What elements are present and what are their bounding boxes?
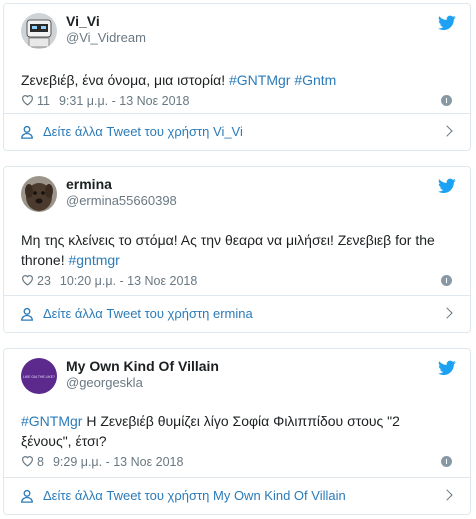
user-handle[interactable]: @georgeskla xyxy=(66,375,219,391)
tweet-header: Vi_Vi @Vi_Vidream xyxy=(21,13,456,49)
hashtag-link[interactable]: #Gntm xyxy=(294,72,336,88)
hashtag-link[interactable]: #GNTMgr xyxy=(21,413,82,429)
more-tweets-link[interactable]: Δείτε άλλα Tweet του χρήστη Vi_Vi xyxy=(4,113,470,150)
hashtag-link[interactable]: #GNTMgr xyxy=(229,72,290,88)
person-icon xyxy=(21,489,33,503)
tweet-timestamp[interactable]: 10:20 μ.μ. - 13 Νοε 2018 xyxy=(60,274,197,288)
tweet-header: LIKE GIA THE LIKE? My Own Kind Of Villai… xyxy=(21,358,456,394)
more-tweets-link[interactable]: Δείτε άλλα Tweet του χρήστη My Own Kind … xyxy=(4,477,470,514)
user-name[interactable]: My Own Kind Of Villain xyxy=(66,358,219,374)
heart-icon[interactable] xyxy=(21,274,34,286)
heart-icon[interactable] xyxy=(21,94,34,106)
tweet-text: #GNTMgr Η Ζενεβιέβ θυμίζει λίγο Σοφία Φι… xyxy=(21,413,400,449)
chevron-right-icon xyxy=(441,307,453,319)
user-handle[interactable]: @Vi_Vidream xyxy=(66,30,146,46)
person-icon xyxy=(21,307,33,321)
more-tweets-label[interactable]: Δείτε άλλα Tweet του χρήστη My Own Kind … xyxy=(43,488,346,504)
tweet-meta: 11 9:31 μ.μ. - 13 Νοε 2018 xyxy=(21,93,452,109)
like-count[interactable]: 23 xyxy=(37,274,51,288)
like-count[interactable]: 8 xyxy=(37,455,44,469)
info-icon[interactable] xyxy=(441,95,452,106)
user-name[interactable]: ermina xyxy=(66,176,177,192)
person-icon xyxy=(21,125,33,139)
twitter-bird-icon[interactable] xyxy=(438,15,456,31)
hashtag-link[interactable]: #gntmgr xyxy=(68,252,119,268)
tweet-card: Vi_Vi @Vi_Vidream Ζενεβιέβ, ένα όνομα, μ… xyxy=(3,3,471,151)
info-icon[interactable] xyxy=(441,275,452,286)
tweet-text: Ζενεβιέβ, ένα όνομα, μια ιστορία! #GNTMg… xyxy=(21,72,337,88)
info-icon[interactable] xyxy=(441,456,452,467)
heart-icon[interactable] xyxy=(21,455,34,467)
tweet-header: ermina @ermina55660398 xyxy=(21,176,456,212)
tweet-card: ermina @ermina55660398 Μη της κλείνεις τ… xyxy=(3,166,471,333)
twitter-bird-icon[interactable] xyxy=(438,360,456,376)
more-tweets-label[interactable]: Δείτε άλλα Tweet του χρήστη ermina xyxy=(43,306,253,322)
avatar[interactable] xyxy=(21,176,57,212)
avatar[interactable]: LIKE GIA THE LIKE? xyxy=(21,358,57,394)
more-tweets-link[interactable]: Δείτε άλλα Tweet του χρήστη ermina xyxy=(4,295,470,332)
twitter-bird-icon[interactable] xyxy=(438,178,456,194)
avatar-caption: LIKE GIA THE LIKE? xyxy=(23,375,55,379)
tweet-timestamp[interactable]: 9:29 μ.μ. - 13 Νοε 2018 xyxy=(53,455,183,469)
chevron-right-icon xyxy=(441,489,453,501)
avatar[interactable] xyxy=(21,13,57,49)
chevron-right-icon xyxy=(441,125,453,137)
tweet-card: LIKE GIA THE LIKE? My Own Kind Of Villai… xyxy=(3,348,471,515)
tweet-meta: 23 10:20 μ.μ. - 13 Νοε 2018 xyxy=(21,273,452,289)
user-name[interactable]: Vi_Vi xyxy=(66,13,146,29)
tweet-meta: 8 9:29 μ.μ. - 13 Νοε 2018 xyxy=(21,454,452,470)
like-count[interactable]: 11 xyxy=(37,94,50,108)
tweet-text: Μη της κλείνεις το στόμα! Ας την θεαρα ν… xyxy=(21,232,435,268)
more-tweets-label[interactable]: Δείτε άλλα Tweet του χρήστη Vi_Vi xyxy=(43,124,243,140)
user-handle[interactable]: @ermina55660398 xyxy=(66,193,177,209)
tweet-timestamp[interactable]: 9:31 μ.μ. - 13 Νοε 2018 xyxy=(59,94,189,108)
